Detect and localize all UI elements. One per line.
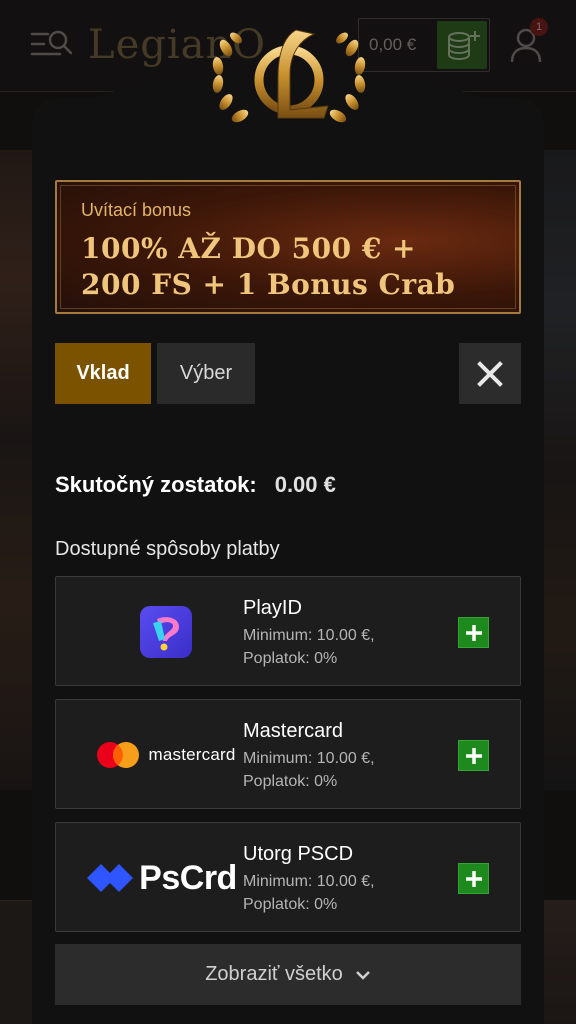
pscrd-logo-text: PsCrd [139, 858, 237, 897]
method-name: Mastercard [243, 720, 344, 742]
mastercard-logo-icon [97, 742, 140, 768]
tab-withdraw[interactable]: Výber [157, 343, 255, 404]
playid-logo [76, 597, 256, 667]
method-minimum: Minimum: 10.00 €, [243, 627, 375, 644]
method-name: PlayID [243, 597, 302, 619]
bonus-label: Uvítací bonus [81, 200, 192, 220]
show-all-button[interactable]: Zobraziť všetko [55, 944, 521, 1005]
method-fee: Poplatok: 0% [243, 896, 338, 913]
method-fee: Poplatok: 0% [243, 650, 338, 667]
add-method-button[interactable] [458, 863, 489, 894]
chevron-down-icon [355, 970, 370, 980]
payment-methods-title: Dostupné spôsoby platby [55, 538, 280, 560]
mastercard-logo: mastercard [76, 720, 256, 790]
close-icon [477, 360, 503, 387]
add-method-button[interactable] [458, 740, 489, 771]
real-balance: Skutočný zostatok: 0.00 € [55, 472, 336, 498]
add-method-button[interactable] [458, 617, 489, 648]
method-fee: Poplatok: 0% [243, 773, 338, 790]
payment-method-utorg-pscd[interactable]: PsCrd Utorg PSCD Minimum: 10.00 €, Popla… [55, 822, 521, 932]
show-all-label: Zobraziť všetko [205, 963, 343, 985]
bonus-offer-line-2: 200 FS + 1 Bonus Crab [81, 268, 456, 301]
tab-deposit[interactable]: Vklad [55, 343, 151, 404]
playid-logo-icon [140, 606, 192, 658]
plus-icon [465, 747, 482, 764]
real-balance-label: Skutočný zostatok: [55, 472, 257, 497]
method-name: Utorg PSCD [243, 843, 354, 865]
payment-method-mastercard[interactable]: mastercard Mastercard Minimum: 10.00 €, … [55, 699, 521, 809]
real-balance-value: 0.00 € [274, 472, 336, 497]
method-minimum: Minimum: 10.00 €, [243, 750, 375, 767]
pscrd-logo: PsCrd [72, 843, 252, 913]
payment-method-playid[interactable]: PlayID Minimum: 10.00 €, Poplatok: 0% [55, 576, 521, 686]
pscrd-logo-icon [87, 864, 134, 892]
method-minimum: Minimum: 10.00 €, [243, 873, 375, 890]
laurel-crest-icon [212, 29, 366, 123]
bonus-offer-line-1: 100% AŽ DO 500 € + [81, 232, 417, 265]
close-button[interactable] [459, 343, 521, 404]
mastercard-logo-text: mastercard [148, 745, 236, 764]
plus-icon [465, 624, 482, 641]
welcome-bonus-banner[interactable]: Uvítací bonus 100% AŽ DO 500 € + 200 FS … [55, 180, 521, 314]
plus-icon [465, 870, 482, 887]
